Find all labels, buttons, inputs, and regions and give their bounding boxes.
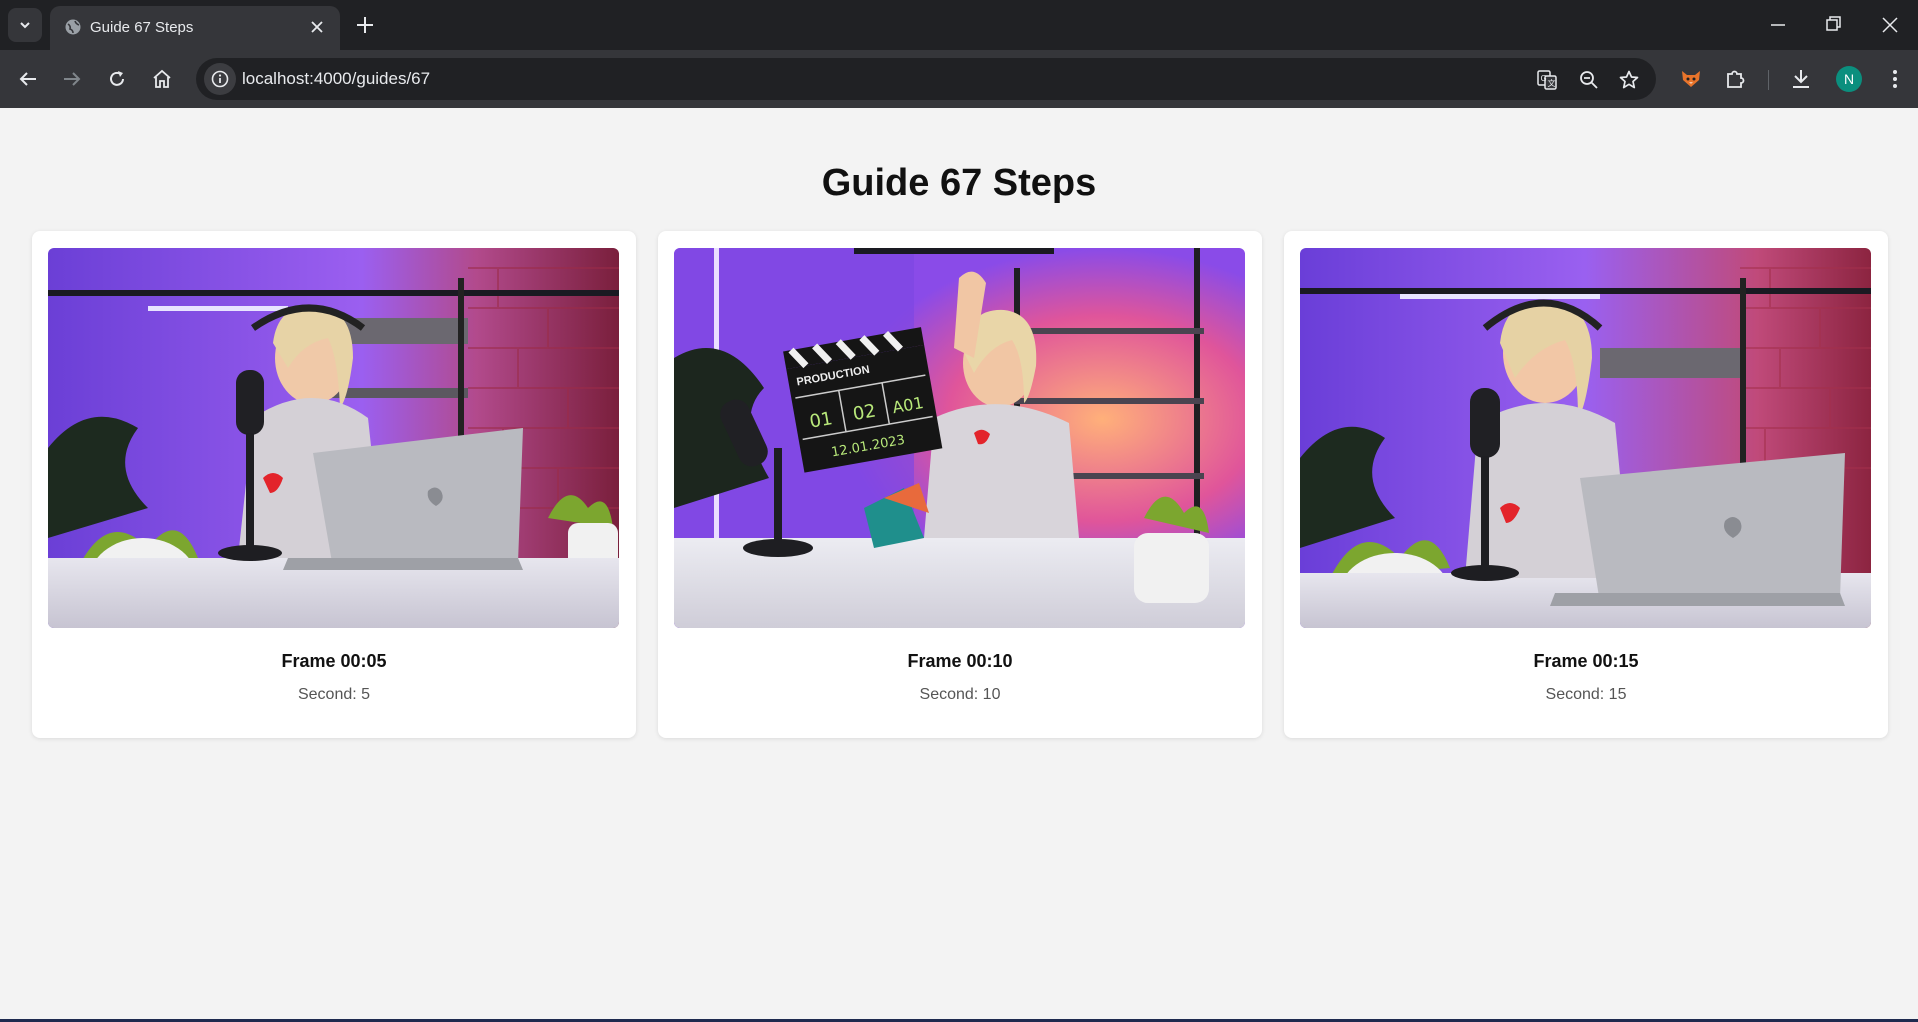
frame-image <box>48 248 619 628</box>
frame-card: PRODUCTION 01 02 A01 12.01.2023 Frame 00… <box>658 231 1262 738</box>
globe-icon <box>65 19 81 35</box>
restore-icon[interactable] <box>1823 12 1843 38</box>
back-button[interactable] <box>16 67 40 91</box>
frame-card: Frame 00:15 Second: 15 <box>1284 231 1888 738</box>
bookmark-star-icon[interactable] <box>1618 69 1640 91</box>
site-info-button[interactable] <box>204 63 236 95</box>
arrow-left-icon <box>19 72 36 86</box>
new-tab-icon[interactable] <box>352 12 378 38</box>
home-button[interactable] <box>150 67 174 91</box>
frame-second: Second: 5 <box>297 686 371 703</box>
fox-extension-icon[interactable] <box>1679 67 1703 91</box>
address-bar[interactable]: localhost:4000/guides/67 G文 <box>196 58 1656 100</box>
info-icon <box>211 70 229 88</box>
frame-second: Second: 10 <box>919 686 1001 703</box>
reload-button[interactable] <box>105 67 129 91</box>
url-text[interactable]: localhost:4000/guides/67 <box>242 69 430 89</box>
extensions-puzzle-icon[interactable] <box>1723 67 1747 91</box>
reload-icon <box>110 71 124 86</box>
toolbar-divider <box>1768 70 1769 90</box>
forward-button[interactable] <box>60 67 84 91</box>
frame-second: Second: 15 <box>1545 686 1627 703</box>
translate-icon[interactable]: G文 <box>1536 69 1558 91</box>
clapperboard-take: 02 <box>851 400 877 425</box>
close-icon[interactable] <box>308 18 326 36</box>
tab-search-button[interactable] <box>8 8 42 42</box>
frame-image: PRODUCTION 01 02 A01 12.01.2023 <box>674 248 1245 628</box>
frame-image <box>1300 248 1871 628</box>
browser-toolbar: localhost:4000/guides/67 G文 <box>0 50 1918 108</box>
profile-avatar[interactable]: N <box>1836 66 1862 92</box>
tab-title: Guide 67 Steps <box>90 19 194 36</box>
svg-text:G: G <box>1541 74 1547 83</box>
page-title: Guide 67 Steps <box>821 162 1097 204</box>
download-icon[interactable] <box>1789 67 1813 91</box>
tab-strip: Guide 67 Steps <box>0 0 1918 50</box>
minimize-icon[interactable] <box>1768 12 1788 38</box>
kebab-menu-icon[interactable] <box>1883 67 1907 91</box>
zoom-out-icon[interactable] <box>1578 69 1600 91</box>
svg-text:文: 文 <box>1548 78 1556 88</box>
chevron-down-icon <box>20 22 30 29</box>
browser-tab[interactable]: Guide 67 Steps <box>50 6 340 50</box>
frame-title: Frame 00:15 <box>1533 651 1639 671</box>
window-close-icon[interactable] <box>1880 12 1900 38</box>
frame-title: Frame 00:05 <box>281 651 387 671</box>
frame-title: Frame 00:10 <box>907 651 1013 671</box>
page-content: Guide 67 Steps Frame 00:05 Second: 5 PRO… <box>0 108 1918 1020</box>
arrow-right-icon <box>64 72 81 86</box>
clapperboard-scene: 01 <box>808 408 834 433</box>
frame-card: Frame 00:05 Second: 5 <box>32 231 636 738</box>
home-icon <box>153 69 171 88</box>
